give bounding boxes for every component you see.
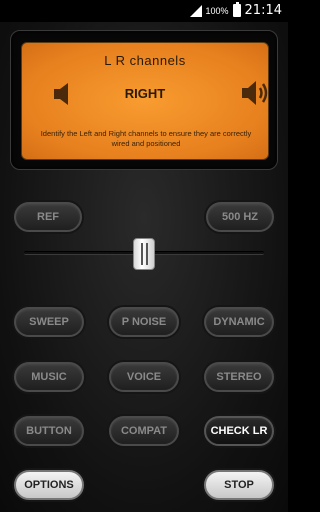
stereo-button[interactable]: STEREO bbox=[204, 362, 274, 392]
options-button[interactable]: OPTIONS bbox=[14, 470, 84, 500]
speaker-sound-icon bbox=[242, 81, 268, 105]
display-title: L R channels bbox=[104, 53, 186, 68]
frequency-button[interactable]: 500 HZ bbox=[206, 202, 274, 232]
dynamic-button[interactable]: DYNAMIC bbox=[204, 307, 274, 337]
signal-icon bbox=[188, 4, 202, 17]
display-panel: L R channels RIGHT Identify the Left and… bbox=[21, 42, 269, 160]
check-lr-button[interactable]: CHECK LR bbox=[204, 416, 274, 446]
stop-button[interactable]: STOP bbox=[204, 470, 274, 500]
display-description: Identify the Left and Right channels to … bbox=[40, 129, 252, 148]
clock: 21:14 bbox=[244, 3, 282, 18]
pink-noise-button[interactable]: P NOISE bbox=[109, 307, 179, 337]
sweep-button[interactable]: SWEEP bbox=[14, 307, 84, 337]
voice-button[interactable]: VOICE bbox=[109, 362, 179, 392]
grip-line bbox=[140, 243, 143, 265]
status-bar: 100% 21:14 bbox=[0, 0, 288, 22]
display-bezel: L R channels RIGHT Identify the Left and… bbox=[10, 30, 278, 170]
music-button[interactable]: MUSIC bbox=[14, 362, 84, 392]
app-body: L R channels RIGHT Identify the Left and… bbox=[0, 22, 288, 512]
battery-icon bbox=[232, 2, 241, 17]
status-indicators: 100% 21:14 bbox=[188, 2, 282, 18]
battery-percent: 100% bbox=[205, 5, 229, 16]
compat-button[interactable]: COMPAT bbox=[109, 416, 179, 446]
ref-button[interactable]: REF bbox=[14, 202, 82, 232]
button-test-button[interactable]: BUTTON bbox=[14, 416, 84, 446]
level-slider-thumb[interactable] bbox=[133, 238, 155, 270]
grip-line bbox=[145, 243, 148, 265]
channel-label: RIGHT bbox=[124, 86, 166, 101]
